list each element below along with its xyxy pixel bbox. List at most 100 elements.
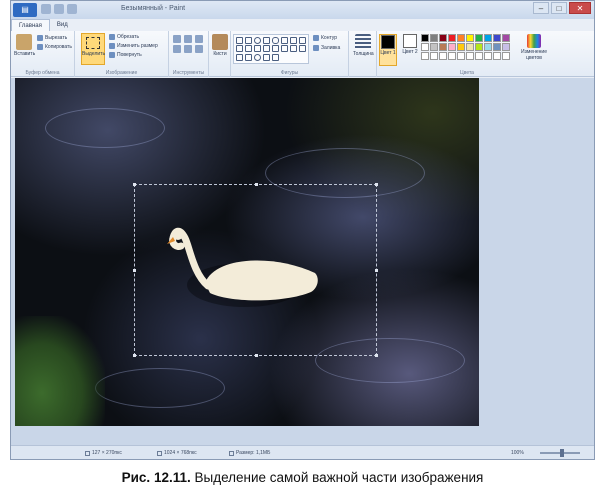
palette-swatch-1[interactable] xyxy=(430,34,438,42)
undo-icon[interactable] xyxy=(54,4,64,14)
arrow-down-shape-icon[interactable] xyxy=(290,45,297,53)
edit-colors-button[interactable]: Изменение цветов xyxy=(519,34,549,61)
palette-swatch-26[interactable] xyxy=(475,52,483,60)
palette-swatch-27[interactable] xyxy=(484,52,492,60)
palette-swatch-2[interactable] xyxy=(439,34,447,42)
select-label: Выделить xyxy=(82,51,106,57)
hexagon-shape-icon[interactable] xyxy=(254,45,261,53)
selection-handle[interactable] xyxy=(375,183,378,186)
image-canvas[interactable] xyxy=(15,78,479,426)
selection-handle[interactable] xyxy=(255,354,258,357)
pentagon-shape-icon[interactable] xyxy=(245,45,252,53)
app-menu-button[interactable]: ▤ xyxy=(13,3,37,17)
palette-swatch-13[interactable] xyxy=(448,43,456,51)
palette-swatch-23[interactable] xyxy=(448,52,456,60)
shapes-gallery[interactable] xyxy=(233,34,309,64)
palette-swatch-9[interactable] xyxy=(502,34,510,42)
close-button[interactable]: ✕ xyxy=(569,2,591,14)
polygon-shape-icon[interactable] xyxy=(281,37,288,44)
palette-swatch-25[interactable] xyxy=(466,52,474,60)
star-shape-icon[interactable] xyxy=(299,45,306,53)
palette-swatch-18[interactable] xyxy=(493,43,501,51)
palette-swatch-10[interactable] xyxy=(421,43,429,51)
copy-label: Копировать xyxy=(45,44,72,50)
selection-handle[interactable] xyxy=(133,269,136,272)
lightning-shape-icon[interactable] xyxy=(272,53,279,61)
tab-home[interactable]: Главная xyxy=(11,19,50,31)
palette-swatch-20[interactable] xyxy=(421,52,429,60)
group-shapes: Контур Заливка Фигуры xyxy=(231,31,349,77)
palette-swatch-29[interactable] xyxy=(502,52,510,60)
selection-handle[interactable] xyxy=(375,354,378,357)
cut-button[interactable]: Вырезать xyxy=(37,35,67,41)
palette-swatch-6[interactable] xyxy=(475,34,483,42)
curve-shape-icon[interactable] xyxy=(245,37,252,44)
rotate-button[interactable]: Повернуть xyxy=(109,52,142,58)
palette-swatch-12[interactable] xyxy=(439,43,447,51)
selection-handle[interactable] xyxy=(133,354,136,357)
selection-icon xyxy=(86,37,100,49)
palette-swatch-16[interactable] xyxy=(475,43,483,51)
paste-button[interactable]: Вставить xyxy=(14,34,35,57)
size-button[interactable]: Толщина xyxy=(353,34,374,57)
rounded-rectangle-shape-icon[interactable] xyxy=(272,37,279,44)
color-wheel-icon xyxy=(527,34,541,48)
palette-swatch-8[interactable] xyxy=(493,34,501,42)
pencil-icon[interactable] xyxy=(173,35,181,43)
minimize-button[interactable]: – xyxy=(533,2,549,14)
selection-handle[interactable] xyxy=(133,183,136,186)
arrow-right-shape-icon[interactable] xyxy=(263,45,270,53)
arrow-up-shape-icon[interactable] xyxy=(281,45,288,53)
right-triangle-shape-icon[interactable] xyxy=(299,37,306,44)
palette-swatch-3[interactable] xyxy=(448,34,456,42)
copy-button[interactable]: Копировать xyxy=(37,44,72,50)
palette-swatch-24[interactable] xyxy=(457,52,465,60)
palette-swatch-22[interactable] xyxy=(439,52,447,60)
crop-button[interactable]: Обрезать xyxy=(109,34,139,40)
palette-swatch-14[interactable] xyxy=(457,43,465,51)
fill-icon[interactable] xyxy=(184,35,192,43)
resize-button[interactable]: Изменить размер xyxy=(109,43,158,49)
selection-handle[interactable] xyxy=(255,183,258,186)
fill-button[interactable]: Заливка xyxy=(313,45,340,51)
triangle-shape-icon[interactable] xyxy=(290,37,297,44)
palette-swatch-0[interactable] xyxy=(421,34,429,42)
line-width-icon xyxy=(355,34,371,50)
selection-handle[interactable] xyxy=(375,269,378,272)
palette-swatch-5[interactable] xyxy=(466,34,474,42)
heart-shape-icon[interactable] xyxy=(263,53,270,61)
save-icon[interactable] xyxy=(41,4,51,14)
callout-oval-shape-icon[interactable] xyxy=(254,53,261,61)
select-button[interactable]: Выделить xyxy=(81,33,105,65)
line-shape-icon[interactable] xyxy=(236,37,243,44)
palette-swatch-19[interactable] xyxy=(502,43,510,51)
eraser-icon[interactable] xyxy=(173,45,181,53)
palette-swatch-4[interactable] xyxy=(457,34,465,42)
arrow-left-shape-icon[interactable] xyxy=(272,45,279,53)
palette-swatch-28[interactable] xyxy=(493,52,501,60)
palette-swatch-21[interactable] xyxy=(430,52,438,60)
rectangle-shape-icon[interactable] xyxy=(263,37,270,44)
brushes-button[interactable]: Кисти xyxy=(210,34,230,57)
star6-shape-icon[interactable] xyxy=(236,53,243,61)
diamond-shape-icon[interactable] xyxy=(236,45,243,53)
window-title: Безымянный - Paint xyxy=(121,5,186,12)
selection-rectangle[interactable] xyxy=(133,183,378,357)
maximize-button[interactable]: □ xyxy=(551,2,567,14)
redo-icon[interactable] xyxy=(67,4,77,14)
color2-button[interactable]: Цвет 2 xyxy=(401,34,419,55)
callout-rect-shape-icon[interactable] xyxy=(245,53,252,61)
outline-button[interactable]: Контур xyxy=(313,35,337,41)
text-icon[interactable] xyxy=(195,35,203,43)
palette-swatch-11[interactable] xyxy=(430,43,438,51)
color1-button[interactable]: Цвет 1 xyxy=(379,34,397,66)
zoom-slider-handle[interactable] xyxy=(560,449,564,457)
color-picker-icon[interactable] xyxy=(184,45,192,53)
tab-view[interactable]: Вид xyxy=(50,19,75,31)
palette-swatch-17[interactable] xyxy=(484,43,492,51)
oval-shape-icon[interactable] xyxy=(254,37,261,44)
magnifier-icon[interactable] xyxy=(195,45,203,53)
group-image: Выделить Обрезать Изменить размер Поверн… xyxy=(75,31,169,77)
palette-swatch-7[interactable] xyxy=(484,34,492,42)
palette-swatch-15[interactable] xyxy=(466,43,474,51)
